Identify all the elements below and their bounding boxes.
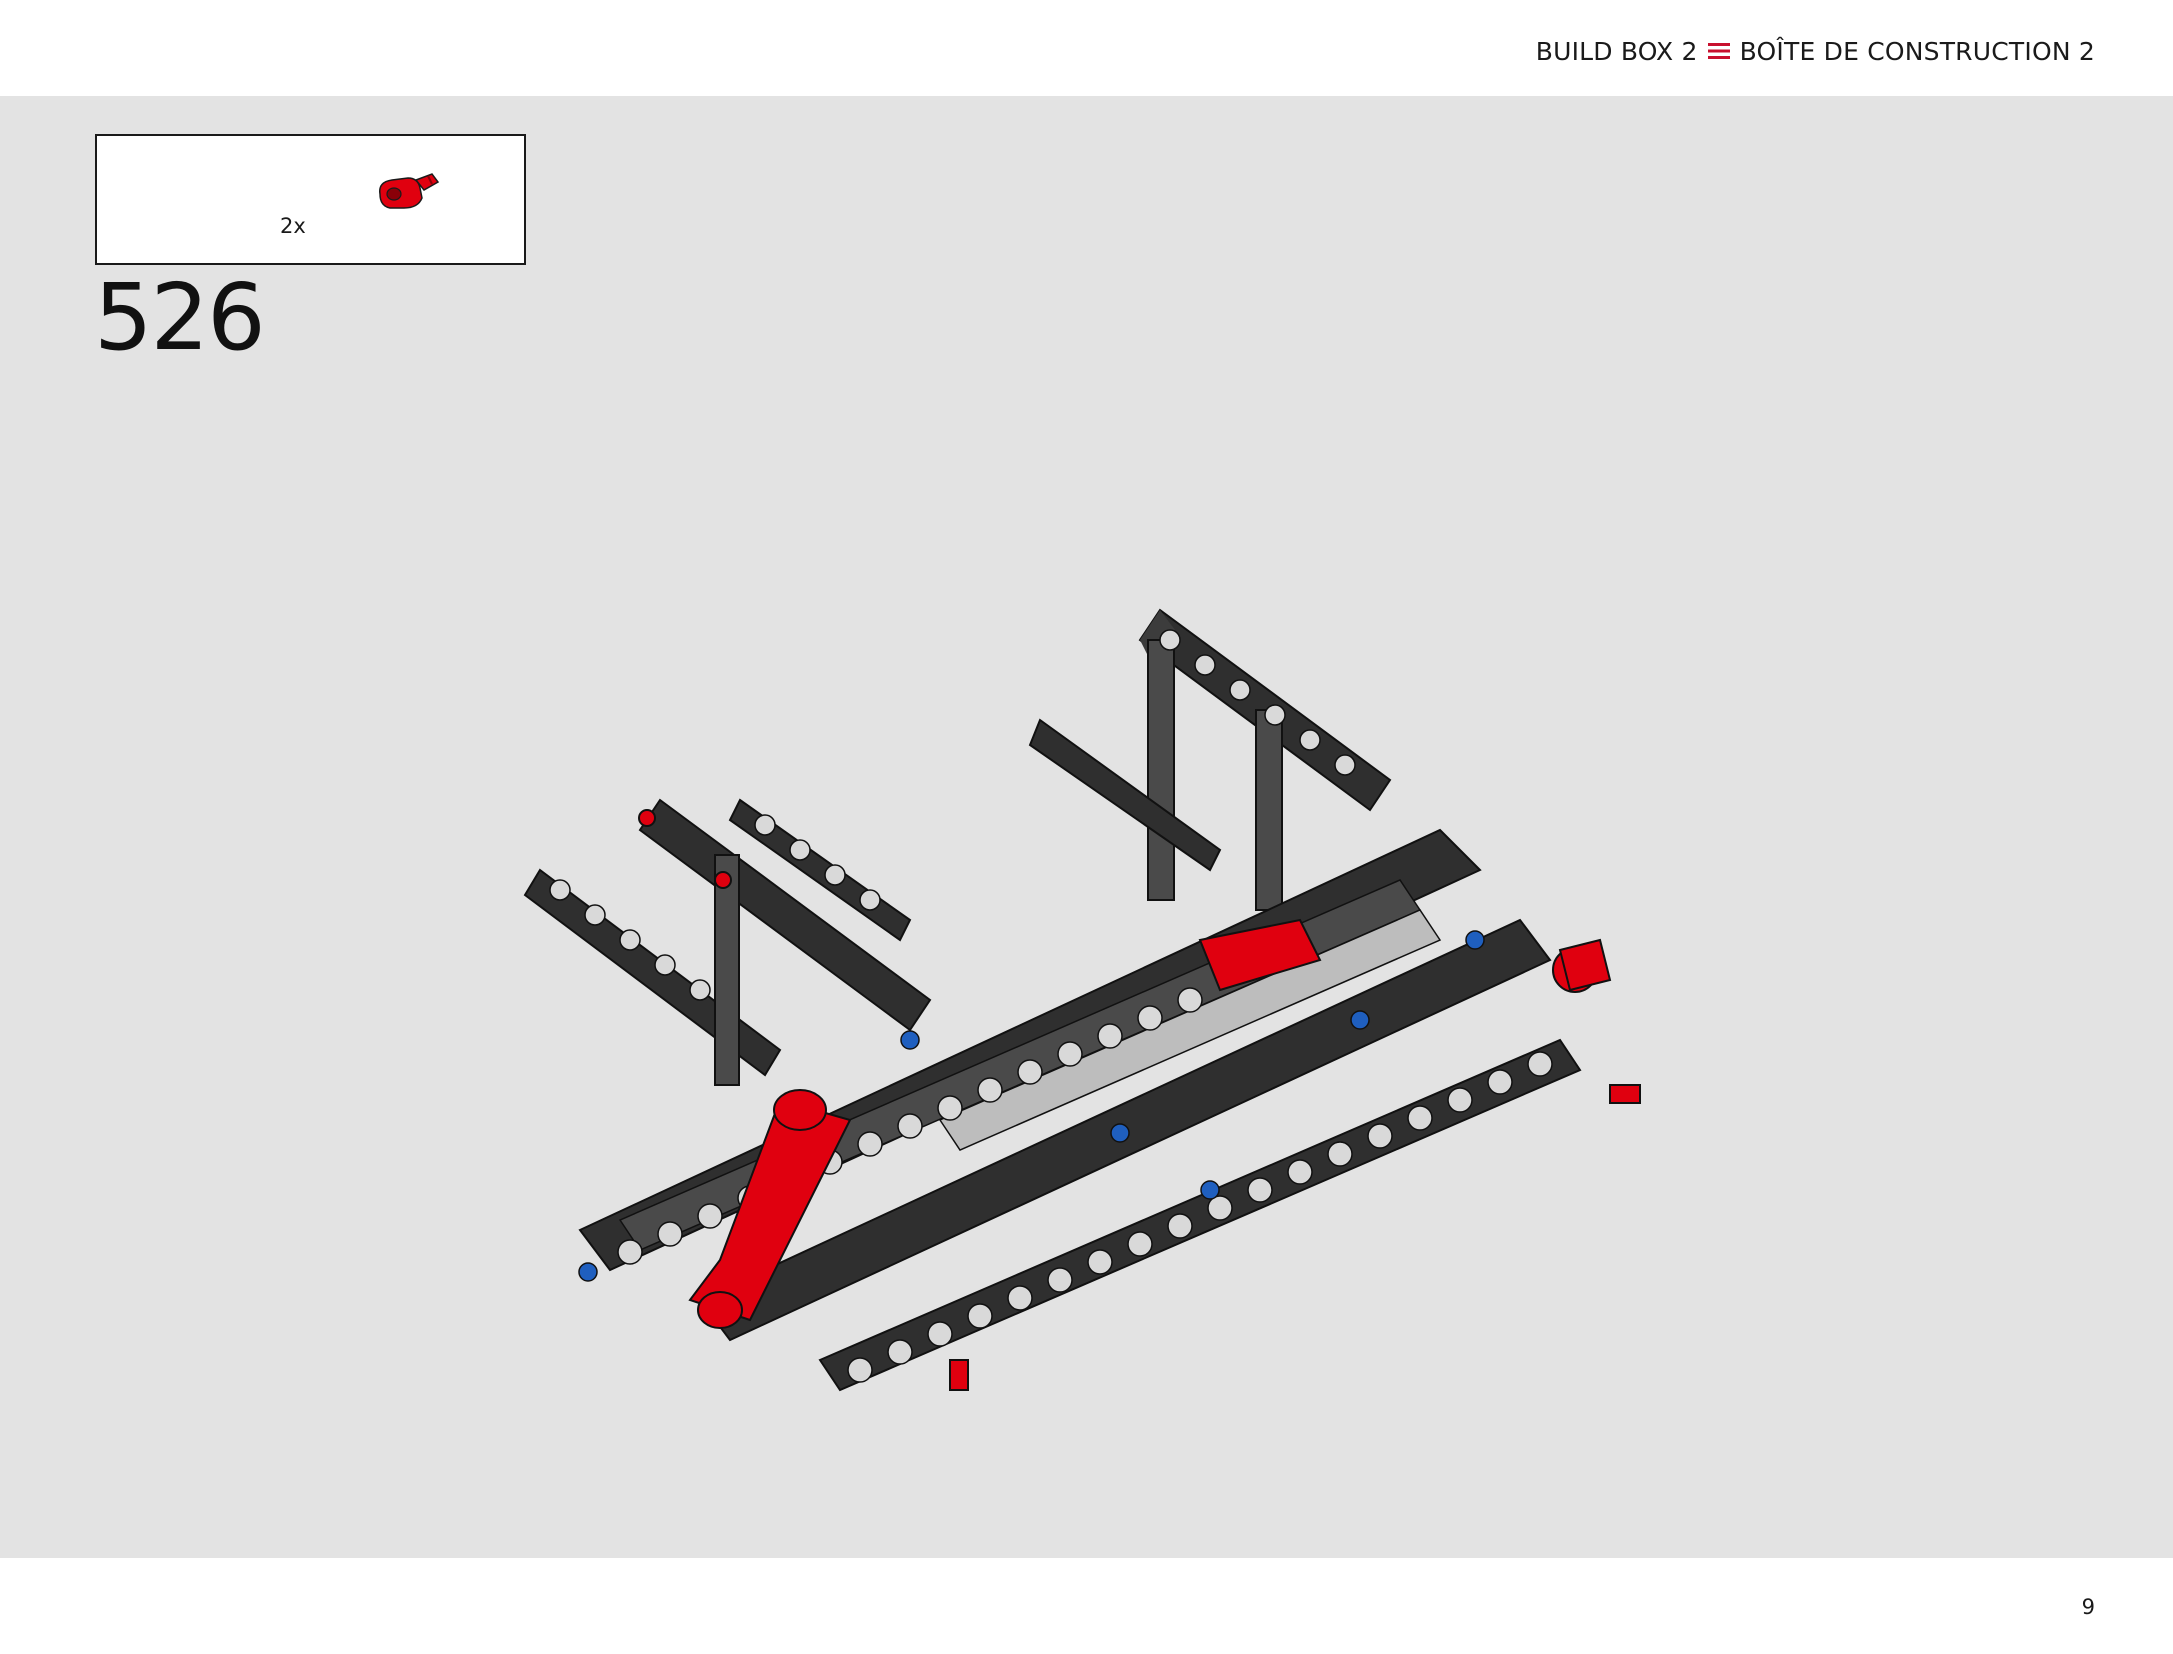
build-box-label-en: BUILD BOX 2 xyxy=(1535,36,1698,66)
build-box-title: BUILD BOX 2 BOÎTE DE CONSTRUCTION 2 xyxy=(1536,34,2095,68)
red-technic-connector-icon xyxy=(379,173,440,209)
page-header: BUILD BOX 2 BOÎTE DE CONSTRUCTION 2 xyxy=(0,0,2173,96)
left-frame xyxy=(523,798,932,1086)
build-box-label-fr: BOÎTE DE CONSTRUCTION 2 xyxy=(1739,36,2095,66)
parts-callout-box xyxy=(95,134,526,265)
triple-line-icon xyxy=(1707,43,1730,59)
step-number: 526 xyxy=(94,264,266,371)
part-quantity: 2x xyxy=(280,214,306,238)
technic-chassis-assembly-icon xyxy=(523,608,1641,1392)
page-number: 9 xyxy=(2081,1595,2095,1619)
page-footer xyxy=(0,1558,2173,1654)
